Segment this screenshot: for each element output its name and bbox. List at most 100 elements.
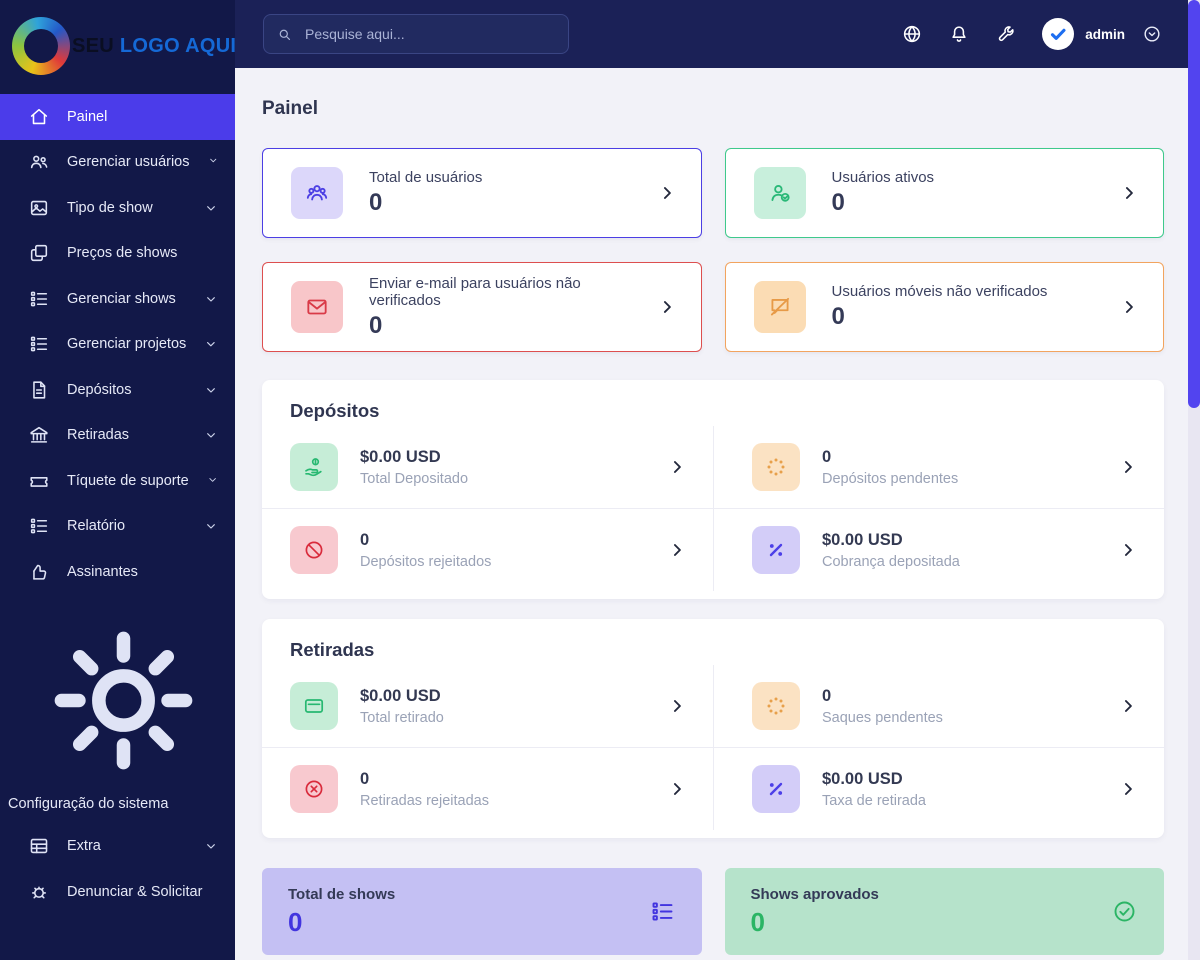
scrollbar-track[interactable] <box>1188 0 1200 960</box>
chevron-right-icon <box>667 457 687 477</box>
chevron-right-icon <box>657 297 677 317</box>
globe-icon[interactable] <box>901 23 923 45</box>
credit-card-icon <box>290 682 338 730</box>
sidebar-item-label: Assinantes <box>67 563 138 580</box>
search-input[interactable] <box>303 25 517 43</box>
sidebar-item-label: Gerenciar projetos <box>67 336 187 353</box>
stat-card-enviar-email-nao-verificados[interactable]: Enviar e-mail para usuários não verifica… <box>262 262 702 352</box>
stat-card-usuarios-ativos[interactable]: Usuários ativos 0 <box>724 148 1164 238</box>
deposits-panel-title: Depósitos <box>290 400 380 421</box>
big-card-value: 0 <box>750 906 765 937</box>
sidebar-item-gerenciar-projetos[interactable]: Gerenciar projetos <box>0 322 235 368</box>
page-title: Painel <box>262 98 318 119</box>
stat-card-value: 0 <box>831 189 845 216</box>
stat-card-label: Usuários móveis não verificados <box>831 283 1048 300</box>
withdrawals-panel-title: Retiradas <box>290 639 375 660</box>
check-circle-icon <box>1111 898 1138 925</box>
stat-card-value: 0 <box>369 189 383 216</box>
row-label: Total Depositado <box>360 470 469 487</box>
withdrawal-row-saques-pendentes[interactable]: 0 Saques pendentes <box>713 665 1164 748</box>
user-menu-chevron-icon[interactable] <box>1142 24 1162 44</box>
search-icon <box>276 26 293 43</box>
brand-text-accent: LOGO AQUI <box>119 34 237 57</box>
main-content: Painel Total de usuários 0 Usuários ativ… <box>235 68 1188 960</box>
sidebar-item-denunciar-solicitar[interactable]: Denunciar & Solicitar <box>0 869 235 915</box>
chevron-down-icon <box>203 291 219 307</box>
image-icon <box>28 197 50 219</box>
sidebar-item-gerenciar-usuarios[interactable]: Gerenciar usuários <box>0 140 235 186</box>
search-box[interactable] <box>263 14 569 54</box>
chevron-right-icon <box>1118 540 1138 560</box>
deposit-row-depositos-rejeitados[interactable]: 0 Depósitos rejeitados <box>262 509 713 591</box>
sidebar-item-depositos[interactable]: Depósitos <box>0 367 235 413</box>
sidebar-item-label: Tipo de show <box>67 199 153 216</box>
deposit-row-total-depositado[interactable]: $0.00 USD Total Depositado <box>262 426 713 509</box>
withdrawal-row-retiradas-rejeitadas[interactable]: 0 Retiradas rejeitadas <box>262 748 713 830</box>
row-value: $0.00 USD <box>822 530 903 549</box>
sidebar-item-assinantes[interactable]: Assinantes <box>0 549 235 595</box>
sidebar-item-relatorio[interactable]: Relatório <box>0 504 235 550</box>
user-check-icon <box>753 167 806 219</box>
stat-card-total-de-usuarios[interactable]: Total de usuários 0 <box>262 148 702 238</box>
brand-text-dark: SEU <box>72 34 115 57</box>
copy-icon <box>28 242 50 264</box>
chevron-right-icon <box>667 540 687 560</box>
withdrawal-row-total-retirado[interactable]: $0.00 USD Total retirado <box>262 665 713 748</box>
stat-card-usuarios-moveis-nao-verificados[interactable]: Usuários móveis não verificados 0 <box>724 262 1164 352</box>
deposit-row-cobranca-depositada[interactable]: $0.00 USD Cobrança depositada <box>713 509 1164 591</box>
home-icon <box>28 106 50 128</box>
sidebar-item-label: Extra <box>67 838 101 855</box>
row-value: $0.00 USD <box>360 447 441 466</box>
sidebar-item-label: Relatório <box>67 518 126 535</box>
sidebar-item-label: Preços de shows <box>67 245 178 262</box>
users-group-icon <box>291 167 343 219</box>
deposit-row-depositos-pendentes[interactable]: 0 Depósitos pendentes <box>713 426 1164 509</box>
chevron-down-icon <box>207 154 220 170</box>
chevron-right-icon <box>1119 183 1139 203</box>
chevron-right-icon <box>1118 779 1138 799</box>
table-icon <box>28 835 50 857</box>
chevron-right-icon <box>1118 696 1138 716</box>
withdrawal-row-taxa-de-retirada[interactable]: $0.00 USD Taxa de retirada <box>713 748 1164 830</box>
check-badge-icon <box>1051 28 1066 40</box>
row-label: Depósitos pendentes <box>822 470 959 487</box>
sidebar-item-retiradas[interactable]: Retiradas <box>0 413 235 459</box>
hand-dollar-icon <box>290 443 338 491</box>
total-shows-card[interactable]: Total de shows 0 <box>262 868 702 955</box>
sidebar-item-gerenciar-shows[interactable]: Gerenciar shows <box>0 276 235 322</box>
sidebar-item-label: Retiradas <box>67 427 130 444</box>
chevron-down-icon <box>203 838 219 854</box>
bell-icon[interactable] <box>948 23 970 45</box>
topbar: admin <box>235 0 1188 68</box>
sidebar-nav: Painel Gerenciar usuários Tipo de show P… <box>0 94 235 915</box>
sidebar-item-tipo-de-show[interactable]: Tipo de show <box>0 185 235 231</box>
sidebar-item-precos-de-shows[interactable]: Preços de shows <box>0 231 235 277</box>
chevron-down-icon <box>203 200 219 216</box>
spinner-icon <box>752 443 800 491</box>
sidebar-item-tiquete-de-suporte[interactable]: Tíquete de suporte <box>0 458 235 504</box>
chevron-right-icon <box>667 779 687 799</box>
chat-slash-icon <box>753 281 806 333</box>
wrench-icon[interactable] <box>995 23 1017 45</box>
sidebar: SEU LOGO AQUI Painel Gerenciar usuários … <box>0 0 237 960</box>
row-label: Total retirado <box>360 709 444 726</box>
row-label: Cobrança depositada <box>822 553 960 570</box>
avatar[interactable] <box>1042 18 1075 50</box>
chevron-down-icon <box>203 427 219 443</box>
chevron-down-icon <box>203 382 219 398</box>
big-card-label: Shows aprovados <box>750 885 879 903</box>
sidebar-item-label: Tíquete de suporte <box>67 472 189 489</box>
withdrawals-panel: Retiradas $0.00 USD Total retirado 0 Saq… <box>262 619 1164 838</box>
logo[interactable]: SEU LOGO AQUI <box>0 0 237 92</box>
shows-aprovados-card[interactable]: Shows aprovados 0 <box>724 868 1164 955</box>
scrollbar-thumb[interactable] <box>1188 0 1200 408</box>
list-icon <box>649 898 676 925</box>
report-icon <box>28 515 50 537</box>
username: admin <box>1085 26 1125 42</box>
sidebar-item-extra[interactable]: Extra <box>0 824 235 870</box>
stat-card-value: 0 <box>831 303 845 330</box>
sidebar-item-configuracao-do-sistema[interactable]: Configuração do sistema <box>0 595 235 824</box>
sidebar-item-painel[interactable]: Painel <box>0 94 235 140</box>
spinner-icon <box>752 682 800 730</box>
x-circle-icon <box>290 765 338 813</box>
